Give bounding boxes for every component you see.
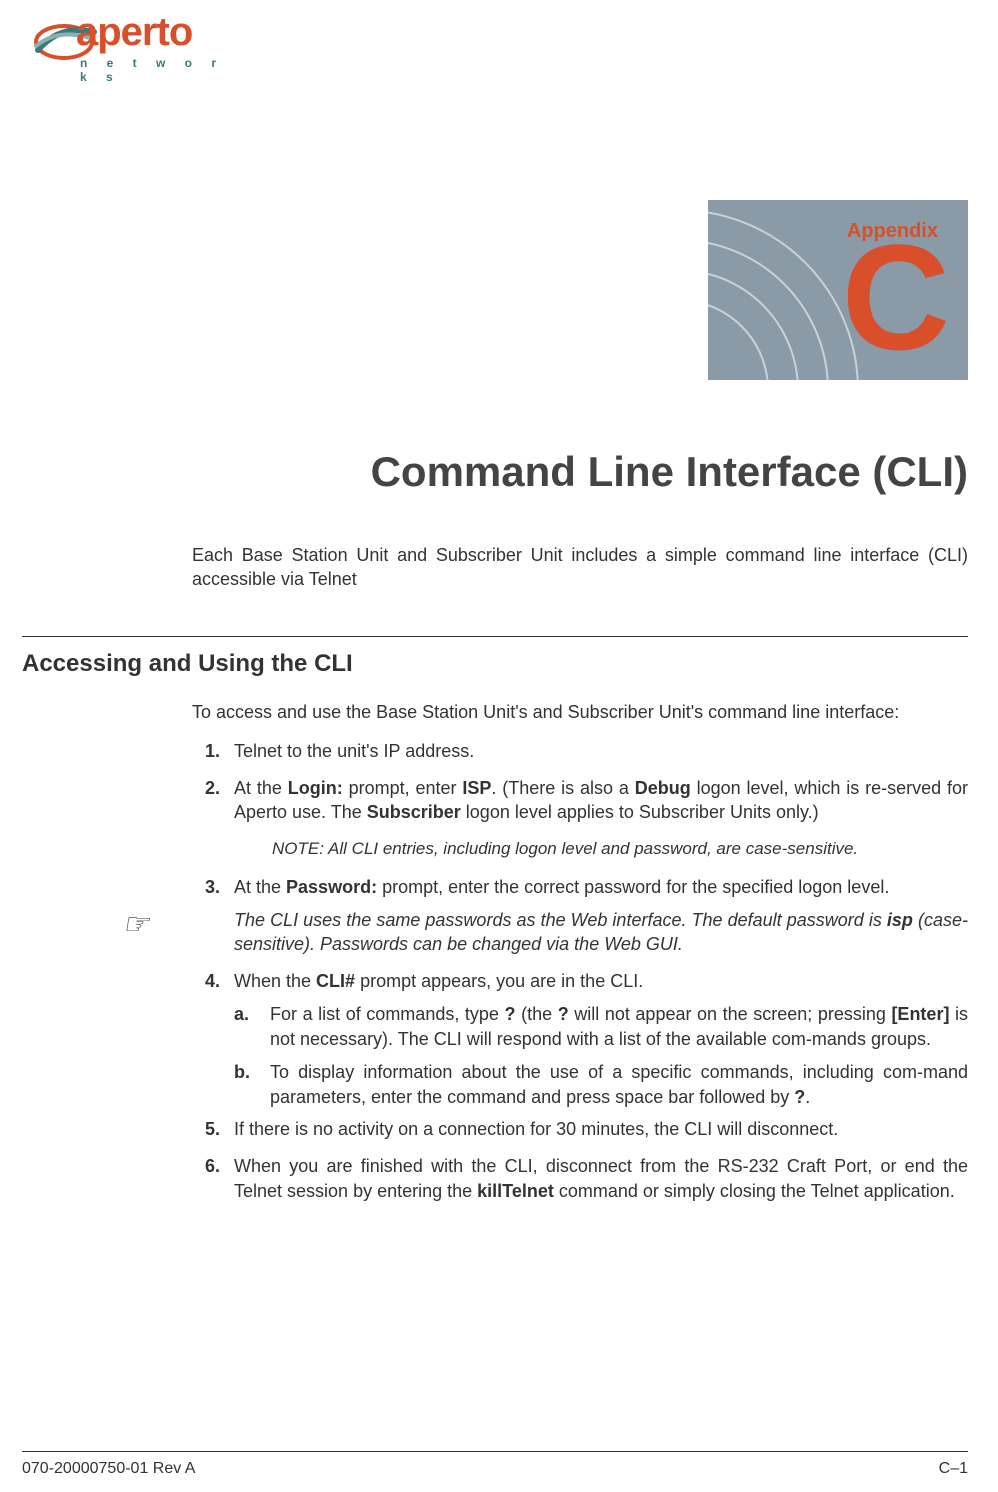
step-4a: a. For a list of commands, type ? (the ?… <box>234 1002 968 1052</box>
bold-run: Subscriber <box>367 802 461 822</box>
logo-text: aperto <box>76 10 192 55</box>
tip-text: The CLI uses the same passwords as the W… <box>192 908 968 958</box>
step-number: 3. <box>192 875 234 900</box>
pointing-hand-icon: ☞ <box>122 904 164 954</box>
substep-letter: b. <box>234 1060 270 1110</box>
bold-run: [Enter] <box>891 1004 949 1024</box>
section-divider <box>22 636 968 637</box>
text-run: logon level applies to Subscriber Units … <box>461 802 819 822</box>
section-heading: Accessing and Using the CLI <box>22 650 353 678</box>
footer-doc-number: 070-20000750-01 Rev A <box>22 1460 195 1478</box>
document-page: aperto n e t w o r k s Appendix C Comman… <box>0 0 998 1492</box>
bold-run: ISP <box>462 778 491 798</box>
step-number: 2. <box>192 776 234 826</box>
text-run: prompt appears, you are in the CLI. <box>355 971 643 991</box>
step-6: 6. When you are finished with the CLI, d… <box>192 1154 968 1204</box>
intro-paragraph: Each Base Station Unit and Subscriber Un… <box>192 543 968 592</box>
text-run: command or simply closing the Telnet app… <box>554 1181 955 1201</box>
step-text: If there is no activity on a connection … <box>234 1117 968 1142</box>
text-run: At the <box>234 778 288 798</box>
tip-block: ☞ The CLI uses the same passwords as the… <box>192 908 968 958</box>
footer-divider <box>22 1451 968 1452</box>
step-number: 5. <box>192 1117 234 1142</box>
substep-text: To display information about the use of … <box>270 1060 968 1110</box>
step-4: 4. When the CLI# prompt appears, you are… <box>192 969 968 994</box>
step-text: At the Login: prompt, enter ISP. (There … <box>234 776 968 826</box>
footer-page-number: C–1 <box>939 1460 968 1478</box>
text-run: (the <box>516 1004 558 1024</box>
text-run: . <box>805 1087 810 1107</box>
step-number: 1. <box>192 739 234 764</box>
step-text: At the Password: prompt, enter the corre… <box>234 875 968 900</box>
bold-run: Password: <box>286 877 377 897</box>
page-title: Command Line Interface (CLI) <box>371 448 968 496</box>
step-5: 5. If there is no activity on a connecti… <box>192 1117 968 1142</box>
substep-text: For a list of commands, type ? (the ? wi… <box>270 1002 968 1052</box>
text-run: To display information about the use of … <box>270 1062 968 1107</box>
step-text: When you are finished with the CLI, disc… <box>234 1154 968 1204</box>
text-run: . (There is also a <box>491 778 634 798</box>
bold-run: killTelnet <box>477 1181 554 1201</box>
bold-run: ? <box>505 1004 516 1024</box>
lead-paragraph: To access and use the Base Station Unit'… <box>192 700 968 725</box>
body-content: To access and use the Base Station Unit'… <box>192 700 968 1216</box>
substep-letter: a. <box>234 1002 270 1052</box>
bold-run: CLI# <box>316 971 355 991</box>
note-block: NOTE: All CLI entries, including logon l… <box>272 837 968 860</box>
step-1: 1. Telnet to the unit's IP address. <box>192 739 968 764</box>
step-number: 6. <box>192 1154 234 1204</box>
step-2: 2. At the Login: prompt, enter ISP. (The… <box>192 776 968 826</box>
bold-run: ? <box>558 1004 569 1024</box>
logo-subtext: n e t w o r k s <box>80 56 230 84</box>
text-run: prompt, enter the correct password for t… <box>377 877 889 897</box>
appendix-graphic: Appendix C <box>708 200 968 380</box>
bold-run: Login: <box>288 778 343 798</box>
step-3: 3. At the Password: prompt, enter the co… <box>192 875 968 900</box>
text-run: will not appear on the screen; pressing <box>569 1004 892 1024</box>
bold-italic-run: isp <box>887 910 913 930</box>
note-label: NOTE: <box>272 839 328 858</box>
company-logo: aperto n e t w o r k s <box>30 8 230 78</box>
bold-run: Debug <box>635 778 691 798</box>
bold-run: ? <box>794 1087 805 1107</box>
text-run: At the <box>234 877 286 897</box>
step-number: 4. <box>192 969 234 994</box>
text-run: For a list of commands, type <box>270 1004 505 1024</box>
note-text: All CLI entries, including logon level a… <box>328 839 858 858</box>
text-run: prompt, enter <box>343 778 463 798</box>
text-run: When the <box>234 971 316 991</box>
appendix-letter: C <box>842 222 950 372</box>
text-run: The CLI uses the same passwords as the W… <box>234 910 887 930</box>
step-4b: b. To display information about the use … <box>234 1060 968 1110</box>
step-text: When the CLI# prompt appears, you are in… <box>234 969 968 994</box>
step-text: Telnet to the unit's IP address. <box>234 739 968 764</box>
